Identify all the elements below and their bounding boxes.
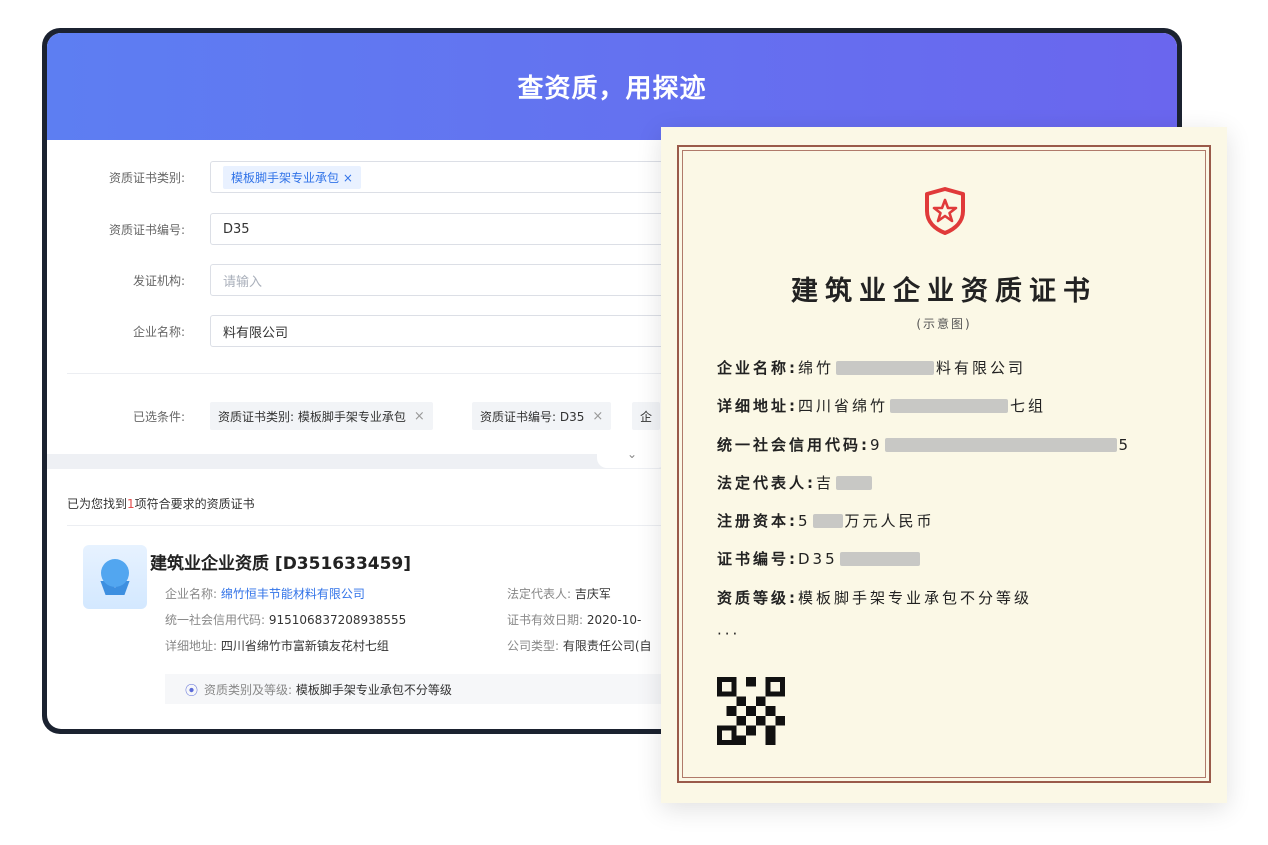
cert-ellipsis: ··· — [717, 625, 741, 643]
chip-company[interactable]: 企 — [632, 402, 661, 430]
cert-level-key: 资质等级: — [717, 589, 798, 607]
result-valid-date-label: 证书有效日期: — [507, 613, 584, 627]
selected-chips: 资质证书类别: 模板脚手架专业承包 × 资质证书编号: D35 × 企 — [47, 402, 747, 430]
result-company-type: 公司类型: 有限责任公司(自 — [507, 637, 652, 654]
shield-star-icon — [925, 187, 965, 235]
cert-company-post: 料有限公司 — [936, 359, 1027, 377]
cert-no-key: 证书编号: — [717, 550, 798, 568]
medal-icon — [83, 545, 147, 609]
cert-no-pre: D35 — [798, 549, 838, 568]
qualification-value: 模板脚手架专业承包不分等级 — [295, 682, 452, 697]
result-company-link[interactable]: 绵竹恒丰节能材料有限公司 — [221, 587, 365, 601]
certificate-title: 建筑业企业资质证书 — [791, 276, 1097, 307]
qualification-row: ⦿ 资质类别及等级: 模板脚手架专业承包不分等级 — [165, 674, 725, 704]
result-company-type-label: 公司类型: — [507, 639, 560, 653]
certificate-subtitle: (示意图) — [916, 317, 972, 331]
medal-disc — [101, 559, 129, 587]
cert-legal-pre: 吉 — [816, 474, 835, 492]
cert-credit-pre: 9 — [870, 435, 883, 454]
chip-cert-type[interactable]: 资质证书类别: 模板脚手架专业承包 × — [210, 402, 433, 430]
cert-no-label: 资质证书编号: — [108, 222, 185, 237]
company-input[interactable]: 料有限公司 — [210, 315, 730, 347]
cert-level-value: 模板脚手架专业承包不分等级 — [798, 589, 1033, 607]
chevron-down-icon[interactable]: ⌄ — [627, 447, 637, 461]
certificate-card: 建筑业企业资质证书 (示意图) 企业名称: 绵竹 料有限公司 详细地址: 四川省… — [661, 127, 1227, 803]
cert-legal-key: 法定代表人: — [717, 474, 816, 492]
chip-text: 资质证书编号: D35 — [480, 409, 585, 424]
cert-legal-line: 法定代表人: 吉 — [717, 472, 874, 493]
found-prefix: 已为您找到 — [67, 497, 128, 511]
expand-toggle[interactable]: ⌄ — [597, 444, 667, 468]
redaction-mask — [839, 551, 920, 566]
cert-no-line: 证书编号: D35 — [717, 548, 922, 569]
result-address-label: 详细地址: — [165, 639, 218, 653]
found-count: 1 — [127, 497, 135, 511]
cert-address-post: 七组 — [1010, 397, 1047, 415]
cert-address-key: 详细地址: — [717, 397, 798, 415]
qr-code-icon — [717, 677, 785, 745]
result-address: 详细地址: 四川省绵竹市富新镇友花村七组 — [165, 637, 389, 654]
result-title[interactable]: 建筑业企业资质 [D351633459] — [150, 549, 411, 574]
cert-credit-key: 统一社会信用代码: — [717, 436, 870, 454]
chip-close-icon[interactable]: × — [592, 409, 603, 424]
cert-type-row: 资质证书类别: 模板脚手架专业承包 × — [47, 160, 730, 194]
result-company: 企业名称: 绵竹恒丰节能材料有限公司 — [165, 585, 365, 602]
issuer-label: 发证机构: — [132, 273, 185, 288]
qualification-label: 资质类别及等级: — [204, 682, 293, 697]
hero-banner: 查资质，用探迹 — [47, 33, 1177, 140]
redaction-mask — [812, 513, 843, 528]
company-row: 企业名称: 料有限公司 — [47, 314, 730, 348]
company-label: 企业名称: — [132, 324, 185, 339]
redaction-mask — [890, 398, 1009, 413]
tag-close-icon[interactable]: × — [343, 171, 353, 185]
result-credit-code-value: 915106837208938555 — [268, 613, 407, 627]
found-suffix: 项符合要求的资质证书 — [134, 497, 255, 511]
badge-icon: ⦿ — [185, 683, 199, 699]
chip-text: 资质证书类别: 模板脚手架专业承包 — [218, 409, 406, 424]
result-valid-date-value: 2020-10- — [586, 613, 642, 627]
chip-cert-no[interactable]: 资质证书编号: D35 × — [472, 402, 612, 430]
redaction-mask — [836, 475, 873, 490]
cert-level-line: 资质等级: 模板脚手架专业承包不分等级 — [717, 587, 1032, 608]
result-company-label: 企业名称: — [165, 587, 218, 601]
cert-type-tag[interactable]: 模板脚手架专业承包 × — [223, 165, 361, 189]
result-count: 已为您找到1项符合要求的资质证书 — [67, 495, 255, 512]
cert-address-pre: 四川省绵竹 — [798, 397, 889, 415]
cert-capital-line: 注册资本: 5 万元人民币 — [717, 510, 935, 531]
result-address-value: 四川省绵竹市富新镇友花村七组 — [220, 639, 389, 653]
cert-company-key: 企业名称: — [717, 359, 798, 377]
result-company-type-value: 有限责任公司(自 — [562, 639, 652, 653]
cert-type-select[interactable]: 模板脚手架专业承包 × — [210, 161, 730, 193]
cert-address-line: 详细地址: 四川省绵竹 七组 — [717, 395, 1046, 416]
hero-title: 查资质，用探迹 — [517, 74, 707, 104]
cert-no-row: 资质证书编号: D35 — [47, 212, 730, 246]
cert-type-tag-text: 模板脚手架专业承包 — [231, 170, 340, 185]
cert-capital-key: 注册资本: — [717, 512, 798, 530]
cert-company-line: 企业名称: 绵竹 料有限公司 — [717, 357, 1026, 378]
cert-credit-line: 统一社会信用代码: 9 5 — [717, 434, 1131, 455]
redaction-mask — [884, 437, 1117, 452]
cert-capital-post: 万元人民币 — [844, 512, 935, 530]
result-credit-code-label: 统一社会信用代码: — [165, 613, 266, 627]
cert-capital-pre: 5 — [798, 511, 811, 530]
result-credit-code: 统一社会信用代码: 915106837208938555 — [165, 611, 406, 628]
cert-credit-post: 5 — [1118, 435, 1132, 454]
issuer-input[interactable]: 请输入 — [210, 264, 730, 296]
cert-company-pre: 绵竹 — [798, 359, 835, 377]
issuer-row: 发证机构: 请输入 — [47, 263, 730, 297]
result-legal-rep: 法定代表人: 吉庆军 — [507, 585, 611, 602]
redaction-mask — [836, 360, 935, 375]
result-valid-date: 证书有效日期: 2020-10- — [507, 611, 641, 628]
cert-no-input[interactable]: D35 — [210, 213, 730, 245]
result-legal-rep-label: 法定代表人: — [507, 587, 572, 601]
chip-close-icon[interactable]: × — [414, 409, 425, 424]
cert-type-label: 资质证书类别: — [108, 170, 185, 185]
chip-text: 企 — [640, 409, 653, 424]
result-legal-rep-value: 吉庆军 — [574, 587, 611, 601]
